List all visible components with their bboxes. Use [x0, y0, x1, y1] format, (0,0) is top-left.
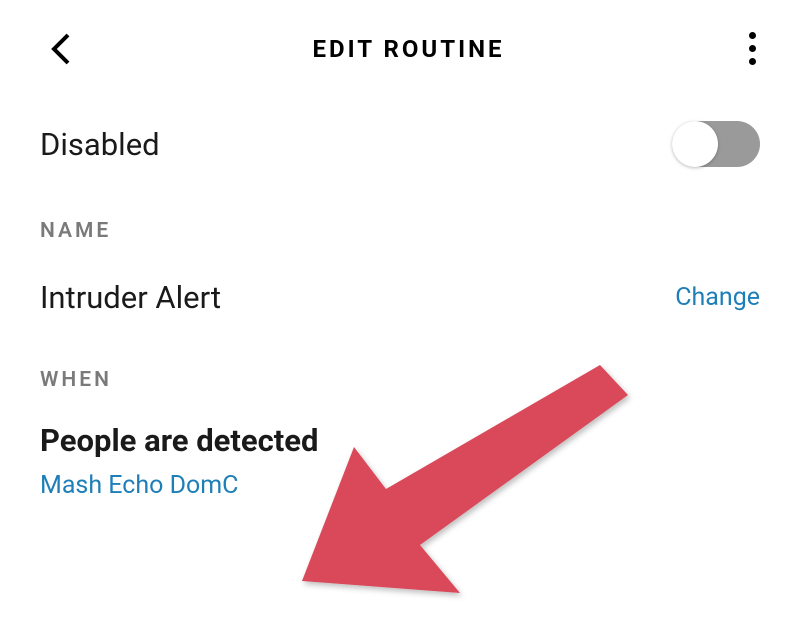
trigger-row[interactable]: People are detected Mash Echo DomC	[0, 404, 800, 500]
trigger-device[interactable]: Mash Echo DomC	[40, 471, 760, 500]
routine-name: Intruder Alert	[40, 279, 221, 316]
name-row: Intruder Alert Change	[0, 255, 800, 340]
kebab-dot-icon	[749, 32, 756, 39]
back-button[interactable]	[48, 31, 72, 67]
more-button[interactable]	[745, 28, 760, 69]
change-name-link[interactable]: Change	[675, 283, 760, 312]
enable-toggle[interactable]	[672, 121, 760, 167]
status-row: Disabled	[0, 97, 800, 191]
trigger-title: People are detected	[40, 422, 760, 459]
chevron-left-icon	[48, 31, 72, 67]
kebab-dot-icon	[749, 45, 756, 52]
section-label-when: WHEN	[0, 340, 800, 404]
status-label: Disabled	[40, 126, 160, 163]
toggle-knob	[672, 121, 718, 167]
header: EDIT ROUTINE	[0, 0, 800, 97]
kebab-dot-icon	[749, 58, 756, 65]
section-label-name: NAME	[0, 191, 800, 255]
page-title: EDIT ROUTINE	[312, 35, 504, 63]
